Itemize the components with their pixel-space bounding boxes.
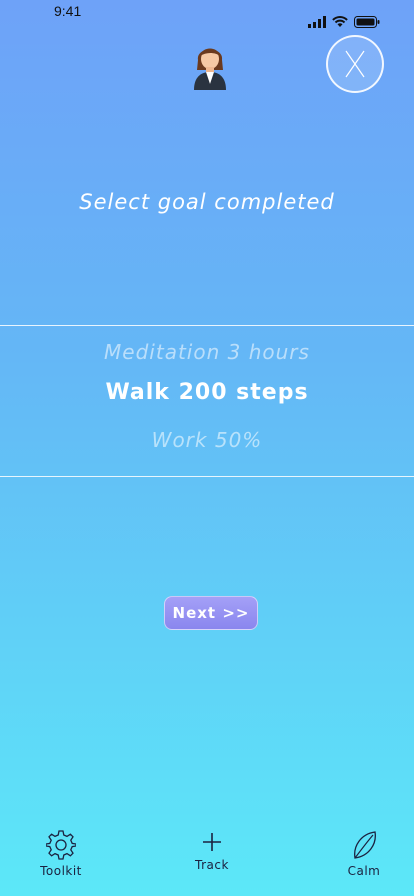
picker-option-work[interactable]: Work 50% xyxy=(0,428,414,452)
tab-track[interactable]: Track xyxy=(190,830,234,872)
goal-select-screen: 9:41 Select goal completed Meditation 3 … xyxy=(0,0,414,896)
wifi-icon xyxy=(332,16,348,27)
tab-calm[interactable]: Calm xyxy=(342,830,386,878)
gear-icon xyxy=(46,830,76,860)
tab-track-label: Track xyxy=(195,858,229,872)
picker-option-meditation[interactable]: Meditation 3 hours xyxy=(0,340,414,364)
picker-top-divider xyxy=(0,325,414,326)
tab-toolkit-label: Toolkit xyxy=(40,864,82,878)
leaf-icon xyxy=(354,831,376,859)
battery-icon xyxy=(354,16,380,28)
next-button[interactable]: Next >> xyxy=(164,596,258,630)
businesswoman-avatar-icon xyxy=(190,40,230,92)
close-button[interactable] xyxy=(326,35,384,93)
tab-calm-label: Calm xyxy=(347,864,381,878)
status-time: 9:41 xyxy=(54,3,82,19)
tab-toolkit[interactable]: Toolkit xyxy=(38,830,84,878)
close-icon xyxy=(345,50,365,78)
signal-icon xyxy=(308,16,326,28)
status-icons xyxy=(308,16,380,28)
picker-option-walk-selected[interactable]: Walk 200 steps xyxy=(0,380,414,405)
page-title: Select goal completed xyxy=(79,190,335,214)
picker-bottom-divider xyxy=(0,476,414,477)
plus-icon xyxy=(203,833,221,851)
